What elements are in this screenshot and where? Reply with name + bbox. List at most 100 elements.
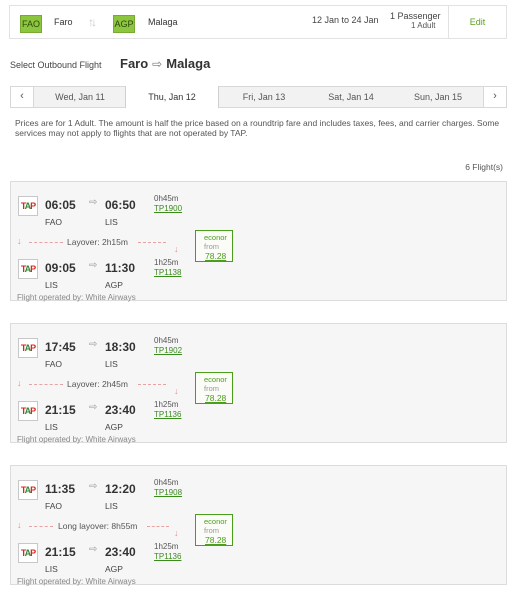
flight-duration: 1h25m (154, 400, 179, 409)
layover-text: Long layover: 8h55m (58, 521, 138, 531)
date-tab-fri-jan-13[interactable]: Fri, Jan 13 (219, 87, 309, 107)
departure-airport: LIS (45, 280, 58, 290)
fare-from: from (204, 242, 219, 251)
arrival-airport: LIS (105, 501, 118, 511)
flight-card[interactable]: TAP 11:35 ⇨ 12:20 FAO LIS 0h45m TP1908 ↓… (10, 465, 507, 586)
date-tab-thu-jan-12[interactable]: Thu, Jan 12 (125, 86, 219, 108)
tap-logo-icon: TAP (18, 401, 38, 421)
tap-logo-icon: TAP (18, 196, 38, 216)
departure-airport: FAO (45, 501, 63, 511)
destination-city: Malaga (148, 17, 178, 27)
route-destination: Malaga (166, 56, 211, 71)
arrival-time: 23:40 (105, 545, 136, 559)
flight-duration: 0h45m (154, 478, 179, 487)
operated-by-text: Flight operated by: White Airways (17, 293, 136, 302)
edit-search-button[interactable]: Edit (448, 6, 506, 38)
passenger-count: 1 Passenger (390, 11, 441, 21)
fare-from: from (204, 384, 219, 393)
plane-icon: ⇨ (89, 544, 98, 555)
arrow-down-icon: ↓ (17, 378, 22, 388)
arrival-time: 18:30 (105, 340, 136, 354)
economy-fare-button[interactable]: econor from 78.28 (195, 514, 233, 546)
layover-text: Layover: 2h15m (67, 237, 128, 247)
departure-time: 21:15 (45, 403, 76, 417)
plane-icon: ⇨ (152, 57, 163, 71)
chevron-right-icon[interactable]: › (483, 87, 506, 107)
plane-icon: ⇨ (89, 260, 98, 271)
departure-time: 09:05 (45, 261, 76, 275)
flight-number-link[interactable]: TP1136 (154, 552, 181, 561)
arrival-airport: LIS (105, 217, 118, 227)
flight-card[interactable]: TAP 17:45 ⇨ 18:30 FAO LIS 0h45m TP1902 ↓… (10, 323, 507, 444)
flight-number-link[interactable]: TP1902 (154, 346, 182, 355)
date-selector: ‹ Wed, Jan 11 Thu, Jan 12 Fri, Jan 13 Sa… (10, 86, 507, 108)
arrival-airport: LIS (105, 359, 118, 369)
arrow-down-icon: ↓ (17, 520, 22, 530)
arrival-time: 23:40 (105, 403, 136, 417)
flight-number-link[interactable]: TP1908 (154, 488, 182, 497)
flight-number-link[interactable]: TP1138 (154, 268, 181, 277)
flight-duration: 1h25m (154, 258, 179, 267)
layover-divider (147, 526, 169, 527)
plane-icon: ⇨ (89, 481, 98, 492)
chevron-left-icon[interactable]: ‹ (11, 87, 34, 107)
flight-duration: 0h45m (154, 336, 179, 345)
plane-icon: ⇨ (89, 402, 98, 413)
search-summary-bar: FAO Faro ↑↓ AGP Malaga 12 Jan to 24 Jan … (9, 5, 507, 39)
layover-divider (138, 242, 166, 243)
arrival-airport: AGP (105, 564, 123, 574)
tap-logo-icon: TAP (18, 259, 38, 279)
route-origin: Faro (120, 56, 149, 71)
layover-divider (29, 526, 53, 527)
date-tab-sun-jan-15[interactable]: Sun, Jan 15 (393, 87, 483, 107)
arrival-time: 06:50 (105, 198, 136, 212)
economy-fare-button[interactable]: econor from 78.28 (195, 372, 233, 404)
tap-logo-icon: TAP (18, 338, 38, 358)
fare-cabin: econor (204, 233, 227, 242)
layover-divider (29, 242, 63, 243)
plane-icon: ⇨ (89, 197, 98, 208)
layover-text: Layover: 2h45m (67, 379, 128, 389)
operated-by-text: Flight operated by: White Airways (17, 435, 136, 444)
origin-city: Faro (54, 17, 73, 27)
date-tab-sat-jan-14[interactable]: Sat, Jan 14 (309, 87, 393, 107)
flight-duration: 1h25m (154, 542, 179, 551)
fare-price: 78.28 (205, 393, 227, 403)
departure-time: 21:15 (45, 545, 76, 559)
page-title-label: Select Outbound Flight (10, 60, 102, 70)
arrival-time: 11:30 (105, 261, 136, 275)
flight-number-link[interactable]: TP1136 (154, 410, 181, 419)
fare-cabin: econor (204, 517, 227, 526)
travel-dates: 12 Jan to 24 Jan (312, 15, 379, 25)
departure-time: 11:35 (45, 482, 76, 496)
departure-time: 17:45 (45, 340, 76, 354)
operated-by-text: Flight operated by: White Airways (17, 577, 136, 586)
departure-airport: LIS (45, 564, 58, 574)
fare-price: 78.28 (205, 251, 227, 261)
arrow-down-icon: ↓ (174, 386, 179, 396)
arrow-down-icon: ↓ (17, 236, 22, 246)
arrival-time: 12:20 (105, 482, 136, 496)
price-note: Prices are for 1 Adult. The amount is ha… (15, 118, 500, 138)
departure-airport: FAO (45, 359, 63, 369)
passenger-detail: 1 Adult (411, 21, 436, 30)
flight-duration: 0h45m (154, 194, 179, 203)
economy-fare-button[interactable]: econor from 78.28 (195, 230, 233, 262)
flight-count: 6 Flight(s) (465, 162, 503, 172)
departure-time: 06:05 (45, 198, 76, 212)
route-title: Faro ⇨ Malaga (120, 56, 210, 71)
flight-card[interactable]: TAP 06:05 ⇨ 06:50 FAO LIS 0h45m TP1900 ↓… (10, 181, 507, 302)
layover-divider (138, 384, 166, 385)
arrival-airport: AGP (105, 422, 123, 432)
destination-code-badge: AGP (113, 15, 135, 33)
fare-from: from (204, 526, 219, 535)
plane-icon: ⇨ (89, 339, 98, 350)
fare-cabin: econor (204, 375, 227, 384)
tap-logo-icon: TAP (18, 543, 38, 563)
flight-number-link[interactable]: TP1900 (154, 204, 182, 213)
departure-airport: FAO (45, 217, 63, 227)
arrival-airport: AGP (105, 280, 123, 290)
date-tab-wed-jan-11[interactable]: Wed, Jan 11 (35, 87, 125, 107)
tap-logo-icon: TAP (18, 480, 38, 500)
swap-icon: ↑↓ (88, 15, 97, 29)
